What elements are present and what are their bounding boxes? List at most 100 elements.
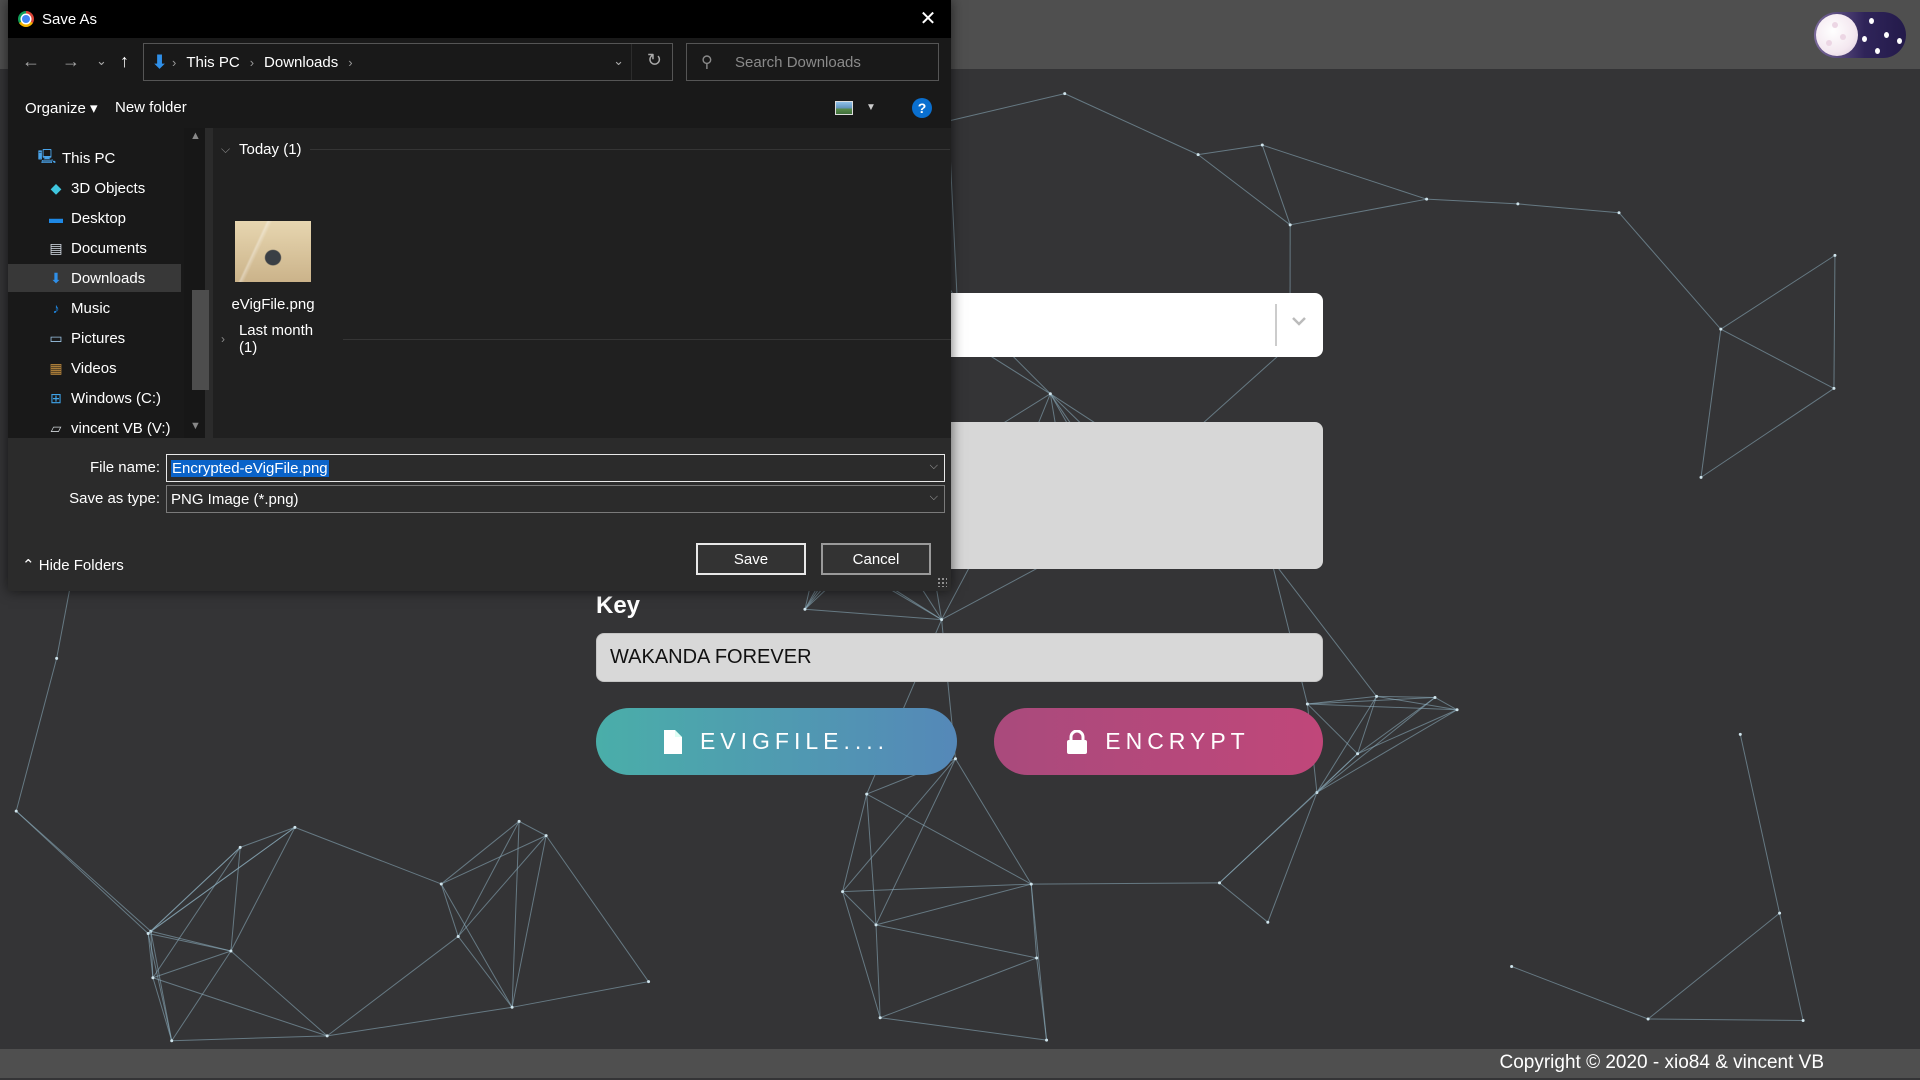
network-line	[147, 826, 296, 934]
network-line	[804, 608, 942, 621]
tree-item[interactable]: ▬ Desktop	[8, 204, 181, 232]
network-line	[875, 924, 881, 1018]
network-line	[512, 981, 649, 1008]
copyright-text: Copyright © 2020 - xio84 & vincent VB	[1499, 1052, 1824, 1073]
resize-grip[interactable]	[937, 577, 947, 587]
network-node	[1510, 964, 1514, 968]
choose-file-button[interactable]: EVIGFILE....	[596, 708, 957, 775]
back-arrow-icon[interactable]: ←	[22, 51, 40, 72]
download-icon: ⬇	[50, 269, 62, 286]
network-line	[1426, 198, 1518, 205]
dialog-titlebar[interactable]: Save As ✕	[8, 0, 951, 38]
tree-item[interactable]: ♪ Music	[8, 294, 181, 322]
film-icon: ▦	[49, 359, 63, 376]
cancel-button[interactable]: Cancel	[821, 543, 931, 575]
network-line	[1262, 144, 1427, 200]
network-line	[1261, 144, 1291, 225]
hide-folders-button[interactable]: ⌃ Hide Folders	[22, 556, 124, 574]
network-line	[230, 950, 328, 1037]
up-arrow-icon[interactable]: ↑	[120, 51, 129, 72]
network-line	[875, 924, 1037, 959]
scrollbar-thumb[interactable]	[192, 290, 209, 390]
close-icon[interactable]: ✕	[913, 4, 943, 34]
encrypt-button[interactable]: ENCRYPT	[994, 708, 1323, 775]
network-line	[879, 957, 1037, 1019]
group-last-month[interactable]: › Last month (1)	[221, 322, 952, 356]
network-line	[880, 1017, 1047, 1041]
search-input[interactable]: ⚲ Search Downloads	[686, 43, 939, 81]
tree-item-label: vincent VB (V:)	[71, 419, 171, 437]
chevron-right-icon: ›	[172, 55, 177, 70]
network-line	[1376, 695, 1435, 698]
network-line	[866, 794, 877, 925]
organize-button[interactable]: Organize ▾	[25, 99, 98, 117]
help-icon[interactable]: ?	[912, 98, 932, 118]
refresh-icon[interactable]: ↻	[647, 50, 662, 71]
file-name-input[interactable]: Encrypted-eVigFile.png ⌵	[166, 454, 945, 482]
save-button[interactable]: Save	[696, 543, 806, 575]
tree-item-label: Pictures	[71, 329, 126, 347]
network-node	[647, 980, 651, 984]
network-node	[1305, 702, 1309, 706]
tree-item[interactable]: ▭ Pictures	[8, 324, 181, 352]
view-mode-icon[interactable]	[835, 101, 853, 115]
forward-arrow-icon[interactable]: →	[62, 51, 80, 72]
tree-item[interactable]: ▦ Videos	[8, 354, 181, 382]
chevron-right-icon[interactable]: ›	[250, 55, 254, 70]
network-line	[152, 950, 232, 979]
network-line	[1036, 957, 1048, 1041]
tree-item[interactable]: ⊞ Windows (C:)	[8, 384, 181, 412]
scroll-down-icon[interactable]: ▼	[190, 420, 201, 432]
chrome-icon	[18, 11, 34, 27]
chevron-down-icon[interactable]: ⌵	[930, 460, 938, 473]
theme-toggle[interactable]	[1814, 12, 1906, 58]
music-note-icon: ♪	[52, 300, 60, 316]
recent-locations-icon[interactable]: ⌄	[96, 53, 107, 69]
download-icon: ⬇	[152, 52, 168, 72]
breadcrumb-downloads[interactable]: Downloads	[264, 54, 338, 71]
network-line	[441, 835, 547, 885]
chevron-right-icon[interactable]: ›	[348, 55, 352, 70]
tree-item[interactable]: ▤ Documents	[8, 234, 181, 262]
new-folder-button[interactable]: New folder	[115, 99, 187, 116]
network-node	[1455, 708, 1459, 712]
network-line	[948, 93, 1065, 122]
address-bar[interactable]: ⬇ › This PC › Downloads › ⌄ ↻	[143, 43, 673, 81]
network-node	[229, 949, 233, 953]
key-input[interactable]	[596, 633, 1323, 682]
group-today[interactable]: ⌵ Today (1)	[221, 141, 950, 158]
network-line	[1700, 329, 1722, 478]
tree-item[interactable]: 🖳 This PC	[8, 144, 181, 172]
file-item[interactable]: eVigFile.png	[231, 221, 315, 313]
chevron-down-icon[interactable]	[1289, 311, 1309, 331]
tree-item[interactable]: ◆ 3D Objects	[8, 174, 181, 202]
address-dropdown-icon[interactable]: ⌄	[613, 53, 624, 69]
network-line	[1267, 792, 1318, 923]
network-node	[146, 931, 150, 935]
tree-scrollbar[interactable]: ▲ ▼	[184, 128, 209, 438]
network-line	[1198, 144, 1263, 156]
scroll-up-icon[interactable]: ▲	[190, 130, 201, 142]
group-label: Last month (1)	[238, 322, 314, 356]
save-type-select[interactable]: PNG Image (*.png) ⌵	[166, 485, 945, 513]
network-line	[294, 826, 442, 885]
network-line	[440, 883, 459, 937]
chevron-down-icon: ⌵	[221, 142, 231, 156]
tree-item[interactable]: ⬇ Downloads	[8, 264, 181, 292]
chevron-down-icon[interactable]: ⌵	[930, 491, 938, 504]
group-divider	[309, 149, 950, 150]
breadcrumb-this-pc[interactable]: This PC	[186, 54, 239, 71]
network-line	[1700, 388, 1835, 478]
network-line	[152, 847, 241, 979]
dialog-bottom-panel: File name: Encrypted-eVigFile.png ⌵ Save…	[8, 438, 951, 591]
view-dropdown-icon[interactable]: ▼	[866, 102, 876, 113]
network-node	[510, 1005, 514, 1009]
network-node	[1699, 475, 1703, 479]
network-line	[457, 835, 547, 937]
network-line	[1357, 696, 1378, 754]
network-line	[15, 810, 149, 934]
network-node	[1375, 694, 1379, 698]
network-node	[1617, 211, 1621, 215]
save-as-dialog: Save As ✕ ← → ⌄ ↑ ⬇ › This PC › Download…	[8, 0, 952, 591]
network-node	[953, 757, 957, 761]
